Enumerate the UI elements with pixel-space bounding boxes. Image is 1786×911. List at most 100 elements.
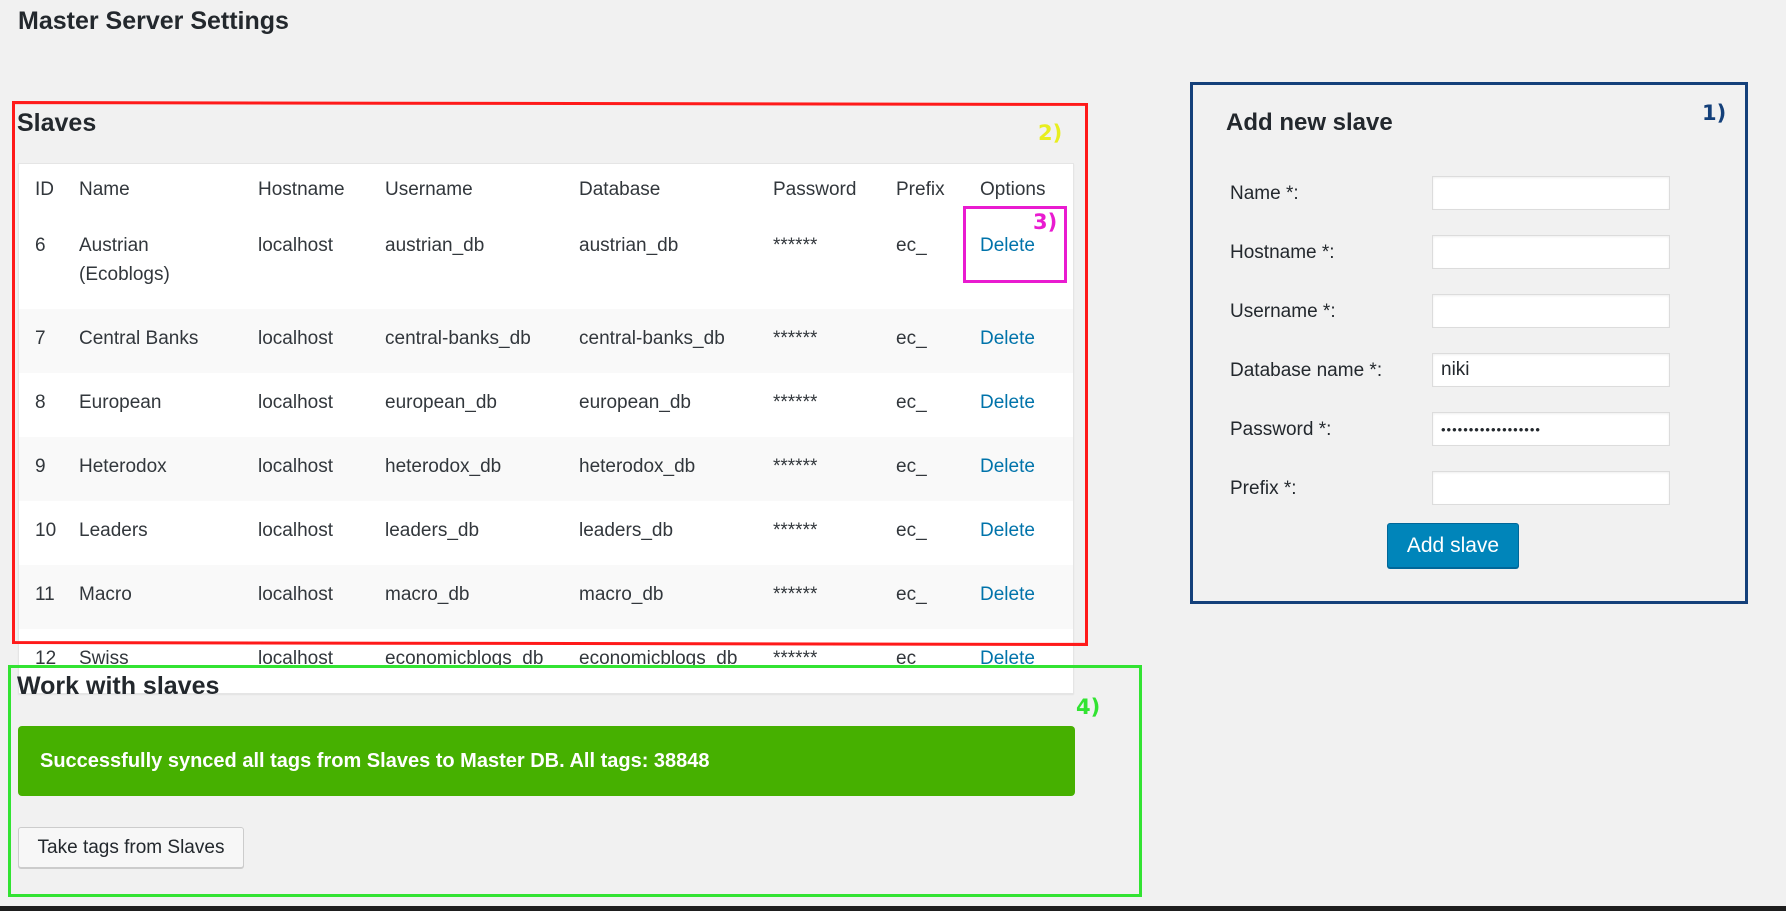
cell-name: Leaders bbox=[79, 520, 148, 541]
cell-id: 7 bbox=[35, 328, 46, 349]
cell-username: leaders_db bbox=[385, 520, 480, 541]
cell-database: european_db bbox=[579, 392, 691, 413]
cell-database: macro_db bbox=[579, 584, 664, 605]
column-header-password: Password bbox=[773, 179, 857, 200]
delete-link[interactable]: Delete bbox=[980, 328, 1035, 349]
hostname-label: Hostname *: bbox=[1230, 242, 1335, 263]
prefix-label: Prefix *: bbox=[1230, 478, 1297, 499]
take-tags-button[interactable]: Take tags from Slaves bbox=[18, 827, 244, 868]
cell-options: Delete bbox=[964, 629, 1074, 694]
delete-link[interactable]: Delete bbox=[980, 392, 1035, 413]
add-slave-button[interactable]: Add slave bbox=[1387, 523, 1519, 568]
add-slave-title: Add new slave bbox=[1226, 109, 1393, 136]
name-label: Name *: bbox=[1230, 183, 1299, 204]
column-header-username: Username bbox=[385, 179, 473, 200]
cell-hostname: localhost bbox=[258, 584, 333, 605]
cell-prefix: ec_ bbox=[896, 520, 927, 541]
cell-username: central-banks_db bbox=[385, 328, 531, 349]
annotation-label-1: 1) bbox=[1702, 101, 1727, 125]
cell-options: Delete bbox=[964, 216, 1074, 309]
hostname-field[interactable] bbox=[1432, 235, 1670, 269]
table-row: 9 Heterodox localhost heterodox_db heter… bbox=[18, 437, 1074, 501]
cell-id: 6 bbox=[35, 235, 46, 256]
cell-username: austrian_db bbox=[385, 235, 485, 256]
table-row: 10 Leaders localhost leaders_db leaders_… bbox=[19, 501, 1074, 565]
slaves-section-title: Slaves bbox=[17, 109, 97, 137]
table-row: 11 Macro localhost macro_db macro_db ***… bbox=[18, 565, 1074, 629]
cell-name: Central Banks bbox=[79, 328, 199, 349]
delete-link[interactable]: Delete bbox=[980, 456, 1035, 477]
cell-database: austrian_db bbox=[579, 235, 679, 256]
cell-database: economicblogs_db bbox=[579, 648, 738, 669]
cell-hostname: localhost bbox=[258, 392, 333, 413]
cell-password: ****** bbox=[773, 392, 818, 413]
cell-id: 10 bbox=[35, 520, 57, 541]
username-label: Username *: bbox=[1230, 301, 1336, 322]
cell-password: ****** bbox=[773, 520, 818, 541]
password-field[interactable] bbox=[1432, 412, 1670, 446]
slaves-table: ID Name Hostname Username Database Passw… bbox=[18, 163, 1074, 694]
cell-hostname: localhost bbox=[258, 235, 333, 256]
password-label: Password *: bbox=[1230, 419, 1332, 440]
prefix-field[interactable] bbox=[1432, 471, 1670, 505]
cell-database: central-banks_db bbox=[579, 328, 725, 349]
delete-link[interactable]: Delete bbox=[980, 520, 1035, 541]
cell-id: 11 bbox=[35, 584, 55, 605]
column-header-name: Name bbox=[79, 179, 130, 200]
table-header-row: ID Name Hostname Username Database Passw… bbox=[19, 164, 1074, 217]
delete-link[interactable]: Delete bbox=[980, 584, 1035, 605]
cell-password: ****** bbox=[773, 648, 818, 669]
success-notice: Successfully synced all tags from Slaves… bbox=[18, 726, 1075, 796]
column-header-hostname: Hostname bbox=[258, 179, 345, 200]
cell-hostname: localhost bbox=[258, 520, 333, 541]
cell-database: heterodox_db bbox=[579, 456, 696, 477]
cell-hostname: localhost bbox=[258, 648, 333, 669]
database-name-field[interactable] bbox=[1432, 353, 1670, 387]
delete-link[interactable]: Delete bbox=[980, 648, 1035, 669]
cell-username: european_db bbox=[385, 392, 497, 413]
bottom-edge-bar bbox=[0, 906, 1786, 911]
cell-hostname: localhost bbox=[258, 456, 333, 477]
column-header-options: Options bbox=[980, 179, 1046, 200]
cell-prefix: ec_ bbox=[896, 392, 927, 413]
cell-name: Macro bbox=[79, 584, 132, 605]
cell-id: 8 bbox=[35, 392, 46, 413]
cell-password: ****** bbox=[773, 328, 818, 349]
page-title: Master Server Settings bbox=[18, 7, 289, 35]
annotation-label-2: 2) bbox=[1038, 121, 1063, 145]
cell-password: ****** bbox=[773, 456, 818, 477]
table-row: 7 Central Banks localhost central-banks_… bbox=[18, 309, 1074, 373]
database-name-label: Database name *: bbox=[1230, 360, 1383, 381]
cell-prefix: ec_ bbox=[896, 328, 927, 349]
cell-prefix: ec_ bbox=[896, 235, 927, 256]
cell-name: Heterodox bbox=[79, 456, 167, 477]
username-field[interactable] bbox=[1432, 294, 1670, 328]
cell-name: European bbox=[79, 392, 162, 413]
cell-options: Delete bbox=[964, 565, 1074, 629]
cell-options: Delete bbox=[964, 309, 1074, 373]
cell-hostname: localhost bbox=[258, 328, 333, 349]
table-row: 8 European localhost european_db europea… bbox=[19, 373, 1074, 437]
cell-password: ****** bbox=[773, 235, 818, 256]
cell-username: heterodox_db bbox=[385, 456, 502, 477]
column-header-id: ID bbox=[35, 179, 54, 200]
cell-options: Delete bbox=[964, 501, 1074, 565]
cell-id: 9 bbox=[35, 456, 46, 477]
work-section-title: Work with slaves bbox=[17, 672, 220, 700]
cell-name: Austrian (Ecoblogs) bbox=[79, 235, 170, 285]
cell-options: Delete bbox=[964, 373, 1074, 437]
column-header-database: Database bbox=[579, 179, 661, 200]
annotation-label-4: 4) bbox=[1076, 695, 1101, 719]
cell-options: Delete bbox=[964, 437, 1074, 501]
cell-database: leaders_db bbox=[579, 520, 674, 541]
table-row: 6 Austrian (Ecoblogs) localhost austrian… bbox=[19, 216, 1074, 309]
cell-username: economicblogs_db bbox=[385, 648, 544, 669]
cell-prefix: ec_ bbox=[896, 456, 927, 477]
cell-username: macro_db bbox=[385, 584, 470, 605]
delete-link[interactable]: Delete bbox=[980, 235, 1035, 256]
cell-prefix: ec_ bbox=[896, 648, 927, 669]
cell-password: ****** bbox=[773, 584, 818, 605]
name-field[interactable] bbox=[1432, 176, 1670, 210]
column-header-prefix: Prefix bbox=[896, 179, 945, 200]
cell-prefix: ec_ bbox=[896, 584, 927, 605]
